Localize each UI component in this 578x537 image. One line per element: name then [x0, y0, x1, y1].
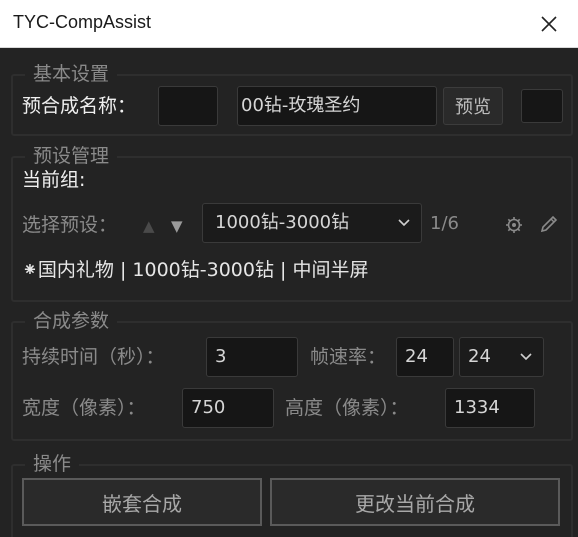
- color-swatch[interactable]: [521, 89, 563, 123]
- comp-name-label: 预合成名称：: [22, 95, 137, 117]
- chevron-down-icon: [398, 219, 410, 227]
- change-current-comp-button[interactable]: 更改当前合成: [270, 478, 560, 526]
- fps-input[interactable]: 24: [396, 337, 454, 377]
- comp-params-legend: 合成参数: [25, 310, 118, 332]
- comp-name-input[interactable]: 00钻-玫瑰圣约: [237, 86, 437, 126]
- move-down-icon[interactable]: ▼: [171, 216, 183, 236]
- comp-name-prefix-input[interactable]: [158, 86, 218, 126]
- preset-info: ⁕国内礼物 | 1000钻-3000钻 | 中间半屏: [22, 259, 369, 281]
- close-button[interactable]: [520, 0, 578, 48]
- preview-button[interactable]: 预览: [443, 87, 503, 125]
- close-icon[interactable]: [540, 15, 558, 33]
- title-bar: TYC-CompAssist: [0, 0, 578, 48]
- duration-input[interactable]: 3: [206, 337, 298, 377]
- actions-legend: 操作: [25, 453, 80, 475]
- width-label: 宽度（像素）：: [22, 397, 146, 419]
- nest-comp-button[interactable]: 嵌套合成: [22, 478, 262, 526]
- fps-label: 帧速率：: [310, 346, 387, 368]
- width-input[interactable]: 750: [182, 388, 274, 428]
- preset-count: 1/6: [430, 213, 459, 234]
- preset-select-value: 1000钻-3000钻: [215, 212, 350, 233]
- fps-select-value: 24: [468, 346, 491, 367]
- panel-content: 基本设置 预合成名称： 00钻-玫瑰圣约 预览 预设管理 当前组: 选择预设： …: [0, 48, 578, 537]
- window-title: TYC-CompAssist: [13, 12, 152, 32]
- gear-icon[interactable]: [505, 216, 523, 234]
- chevron-down-icon: [520, 353, 532, 361]
- fps-select[interactable]: 24: [459, 337, 544, 377]
- basic-settings-legend: 基本设置: [25, 63, 118, 85]
- preset-management-legend: 预设管理: [25, 145, 118, 167]
- duration-label: 持续时间（秒）：: [22, 346, 165, 368]
- select-preset-label: 选择预设：: [22, 214, 118, 236]
- current-group-label: 当前组:: [22, 169, 86, 191]
- height-input[interactable]: 1334: [445, 388, 535, 428]
- height-label: 高度（像素）：: [285, 397, 409, 419]
- move-up-icon[interactable]: ▲: [143, 216, 155, 236]
- edit-icon[interactable]: [539, 214, 559, 234]
- preset-select[interactable]: 1000钻-3000钻: [202, 203, 422, 243]
